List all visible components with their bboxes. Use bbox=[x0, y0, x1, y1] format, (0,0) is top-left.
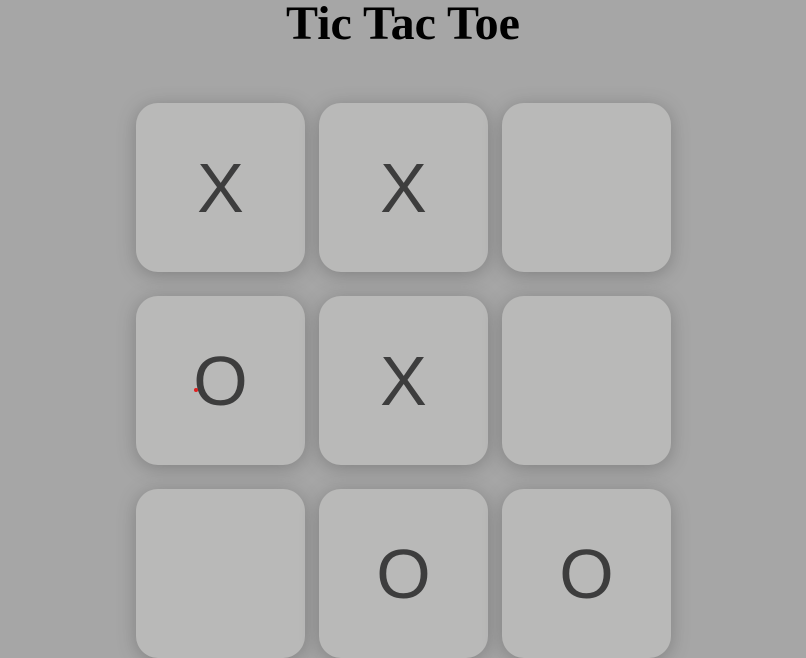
board-cell-7[interactable] bbox=[136, 489, 305, 658]
board-cell-6[interactable] bbox=[502, 296, 671, 465]
page-title: Tic Tac Toe bbox=[286, 0, 520, 50]
cell-mark: O bbox=[559, 534, 614, 613]
mouse-cursor-dot bbox=[194, 388, 198, 392]
board-cell-8[interactable]: O bbox=[319, 489, 488, 658]
cell-mark: O bbox=[376, 534, 431, 613]
board-cell-5[interactable]: X bbox=[319, 296, 488, 465]
cell-mark: X bbox=[380, 148, 427, 227]
board-cell-3[interactable] bbox=[502, 103, 671, 272]
cell-mark: O bbox=[193, 341, 248, 420]
game-board: X X O X O O bbox=[136, 103, 671, 658]
cell-mark: X bbox=[380, 341, 427, 420]
board-cell-4[interactable]: O bbox=[136, 296, 305, 465]
board-cell-1[interactable]: X bbox=[136, 103, 305, 272]
cell-mark: X bbox=[197, 148, 244, 227]
board-cell-9[interactable]: O bbox=[502, 489, 671, 658]
board-cell-2[interactable]: X bbox=[319, 103, 488, 272]
